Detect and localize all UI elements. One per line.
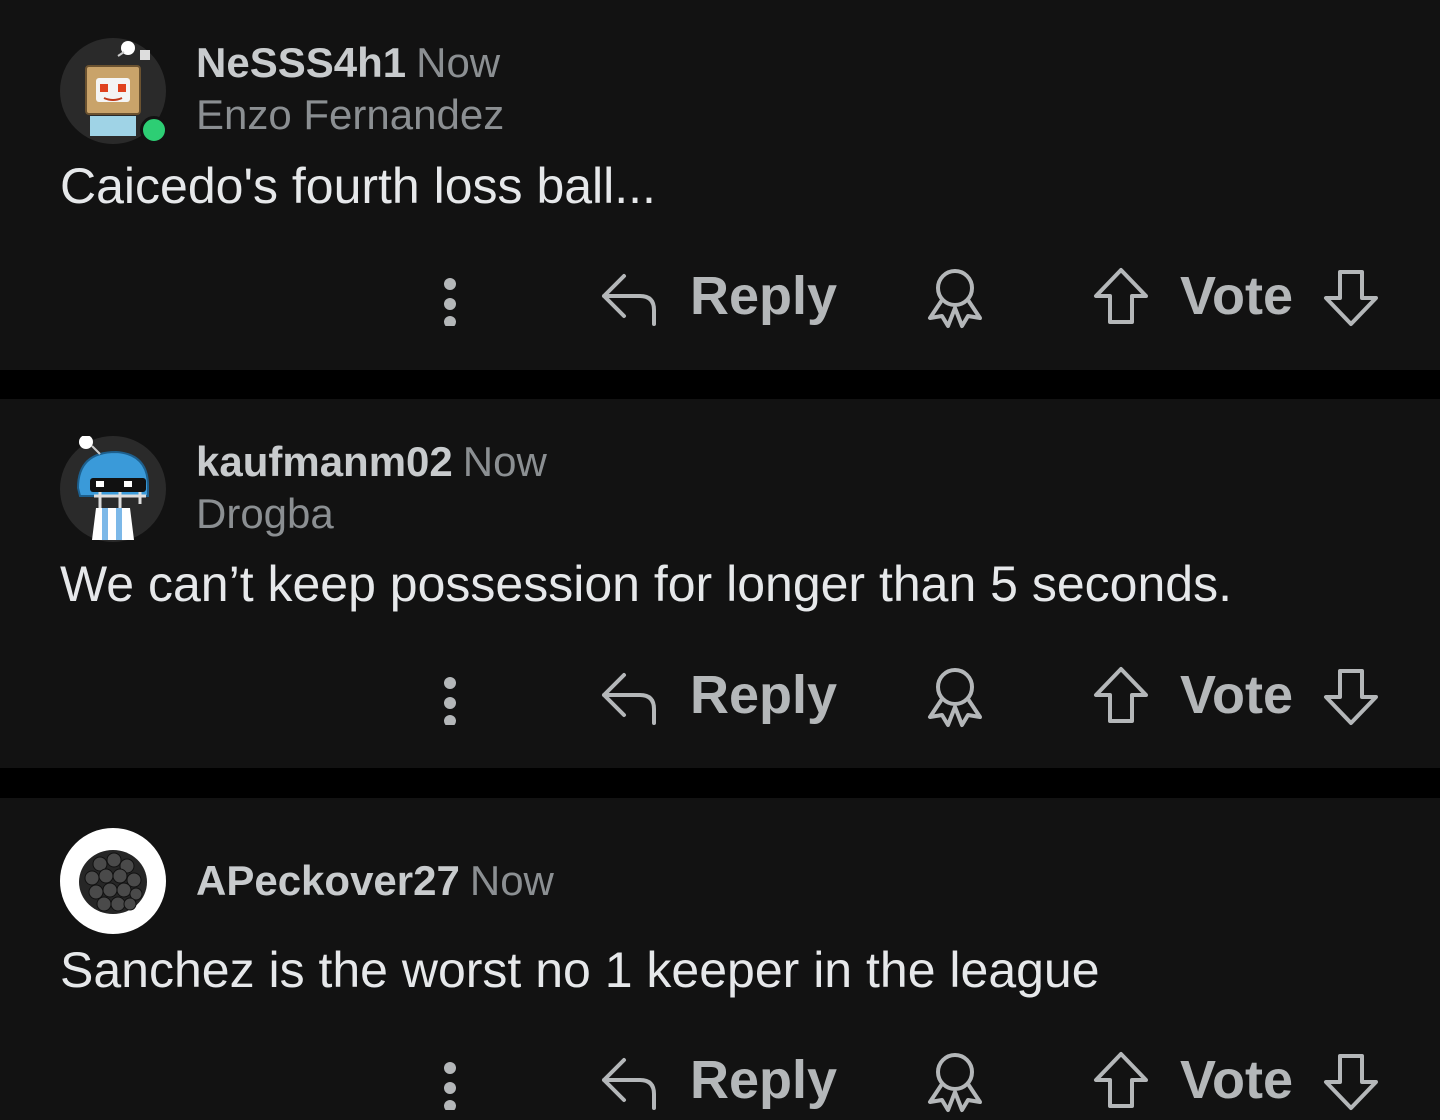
avatar[interactable]	[60, 828, 166, 934]
comment-meta: APeckover27 Now	[196, 856, 554, 906]
reply-label: Reply	[690, 665, 838, 725]
award-button[interactable]	[922, 1048, 988, 1114]
downvote-arrow-icon	[1324, 669, 1378, 725]
username[interactable]: NeSSS4h1	[196, 39, 406, 86]
timestamp: Now	[469, 857, 554, 904]
username[interactable]: kaufmanm02	[196, 438, 453, 485]
avatar[interactable]	[60, 436, 166, 542]
award-icon	[928, 1053, 982, 1112]
upvote-button[interactable]	[1090, 663, 1152, 729]
upvote-button[interactable]	[1090, 1048, 1152, 1114]
more-vertical-icon	[444, 1062, 456, 1112]
comment-actions: Reply Vote	[0, 1040, 1440, 1120]
downvote-button[interactable]	[1320, 663, 1382, 729]
comment-body: Sanchez is the worst no 1 keeper in the …	[60, 942, 1100, 998]
comment-card: NeSSS4h1 Now Enzo Fernandez Caicedo's fou…	[0, 0, 1440, 370]
downvote-button[interactable]	[1320, 1048, 1382, 1114]
more-vertical-icon	[444, 677, 456, 727]
downvote-arrow-icon	[1324, 270, 1378, 326]
more-options-button[interactable]	[430, 266, 470, 328]
reply-arrow-icon	[602, 1058, 656, 1110]
comment-card: APeckover27 Now Sanchez is the worst no 1…	[0, 798, 1440, 1120]
comment-actions: Reply Vote	[0, 256, 1440, 336]
downvote-arrow-icon	[1324, 1054, 1378, 1110]
vote-label: Vote	[1180, 665, 1294, 725]
comment-card: kaufmanm02 Now Drogba We can’t keep posse…	[0, 399, 1440, 768]
more-options-button[interactable]	[430, 665, 470, 727]
reply-label: Reply	[690, 266, 838, 326]
comment-meta: kaufmanm02 Now	[196, 437, 547, 487]
more-options-button[interactable]	[430, 1050, 470, 1112]
upvote-button[interactable]	[1090, 264, 1152, 330]
online-status-dot	[140, 116, 168, 144]
timestamp: Now	[462, 438, 547, 485]
reply-arrow-icon	[602, 274, 656, 326]
comment-meta: NeSSS4h1 Now	[196, 38, 500, 88]
blackberry-avatar-icon	[60, 828, 166, 934]
timestamp: Now	[416, 39, 501, 86]
avatar[interactable]	[60, 38, 168, 144]
award-icon	[928, 668, 982, 727]
comment-feed: NeSSS4h1 Now Enzo Fernandez Caicedo's fou…	[0, 0, 1440, 1120]
reply-label: Reply	[690, 1050, 838, 1110]
comment-actions: Reply Vote	[0, 655, 1440, 735]
award-button[interactable]	[922, 264, 988, 330]
reply-arrow-icon	[602, 673, 656, 725]
username[interactable]: APeckover27	[196, 857, 460, 904]
award-icon	[928, 269, 982, 328]
vote-label: Vote	[1180, 266, 1294, 326]
upvote-arrow-icon	[1094, 268, 1148, 324]
user-flair: Enzo Fernandez	[196, 91, 505, 138]
comment-body: We can’t keep possession for longer than…	[60, 556, 1232, 612]
award-button[interactable]	[922, 663, 988, 729]
comment-body: Caicedo's fourth loss ball...	[60, 158, 656, 214]
downvote-button[interactable]	[1320, 264, 1382, 330]
football-helmet-avatar-icon	[60, 436, 166, 542]
upvote-arrow-icon	[1094, 1052, 1148, 1108]
user-flair: Drogba	[196, 490, 334, 537]
vote-label: Vote	[1180, 1050, 1294, 1110]
upvote-arrow-icon	[1094, 667, 1148, 723]
more-vertical-icon	[444, 278, 456, 328]
